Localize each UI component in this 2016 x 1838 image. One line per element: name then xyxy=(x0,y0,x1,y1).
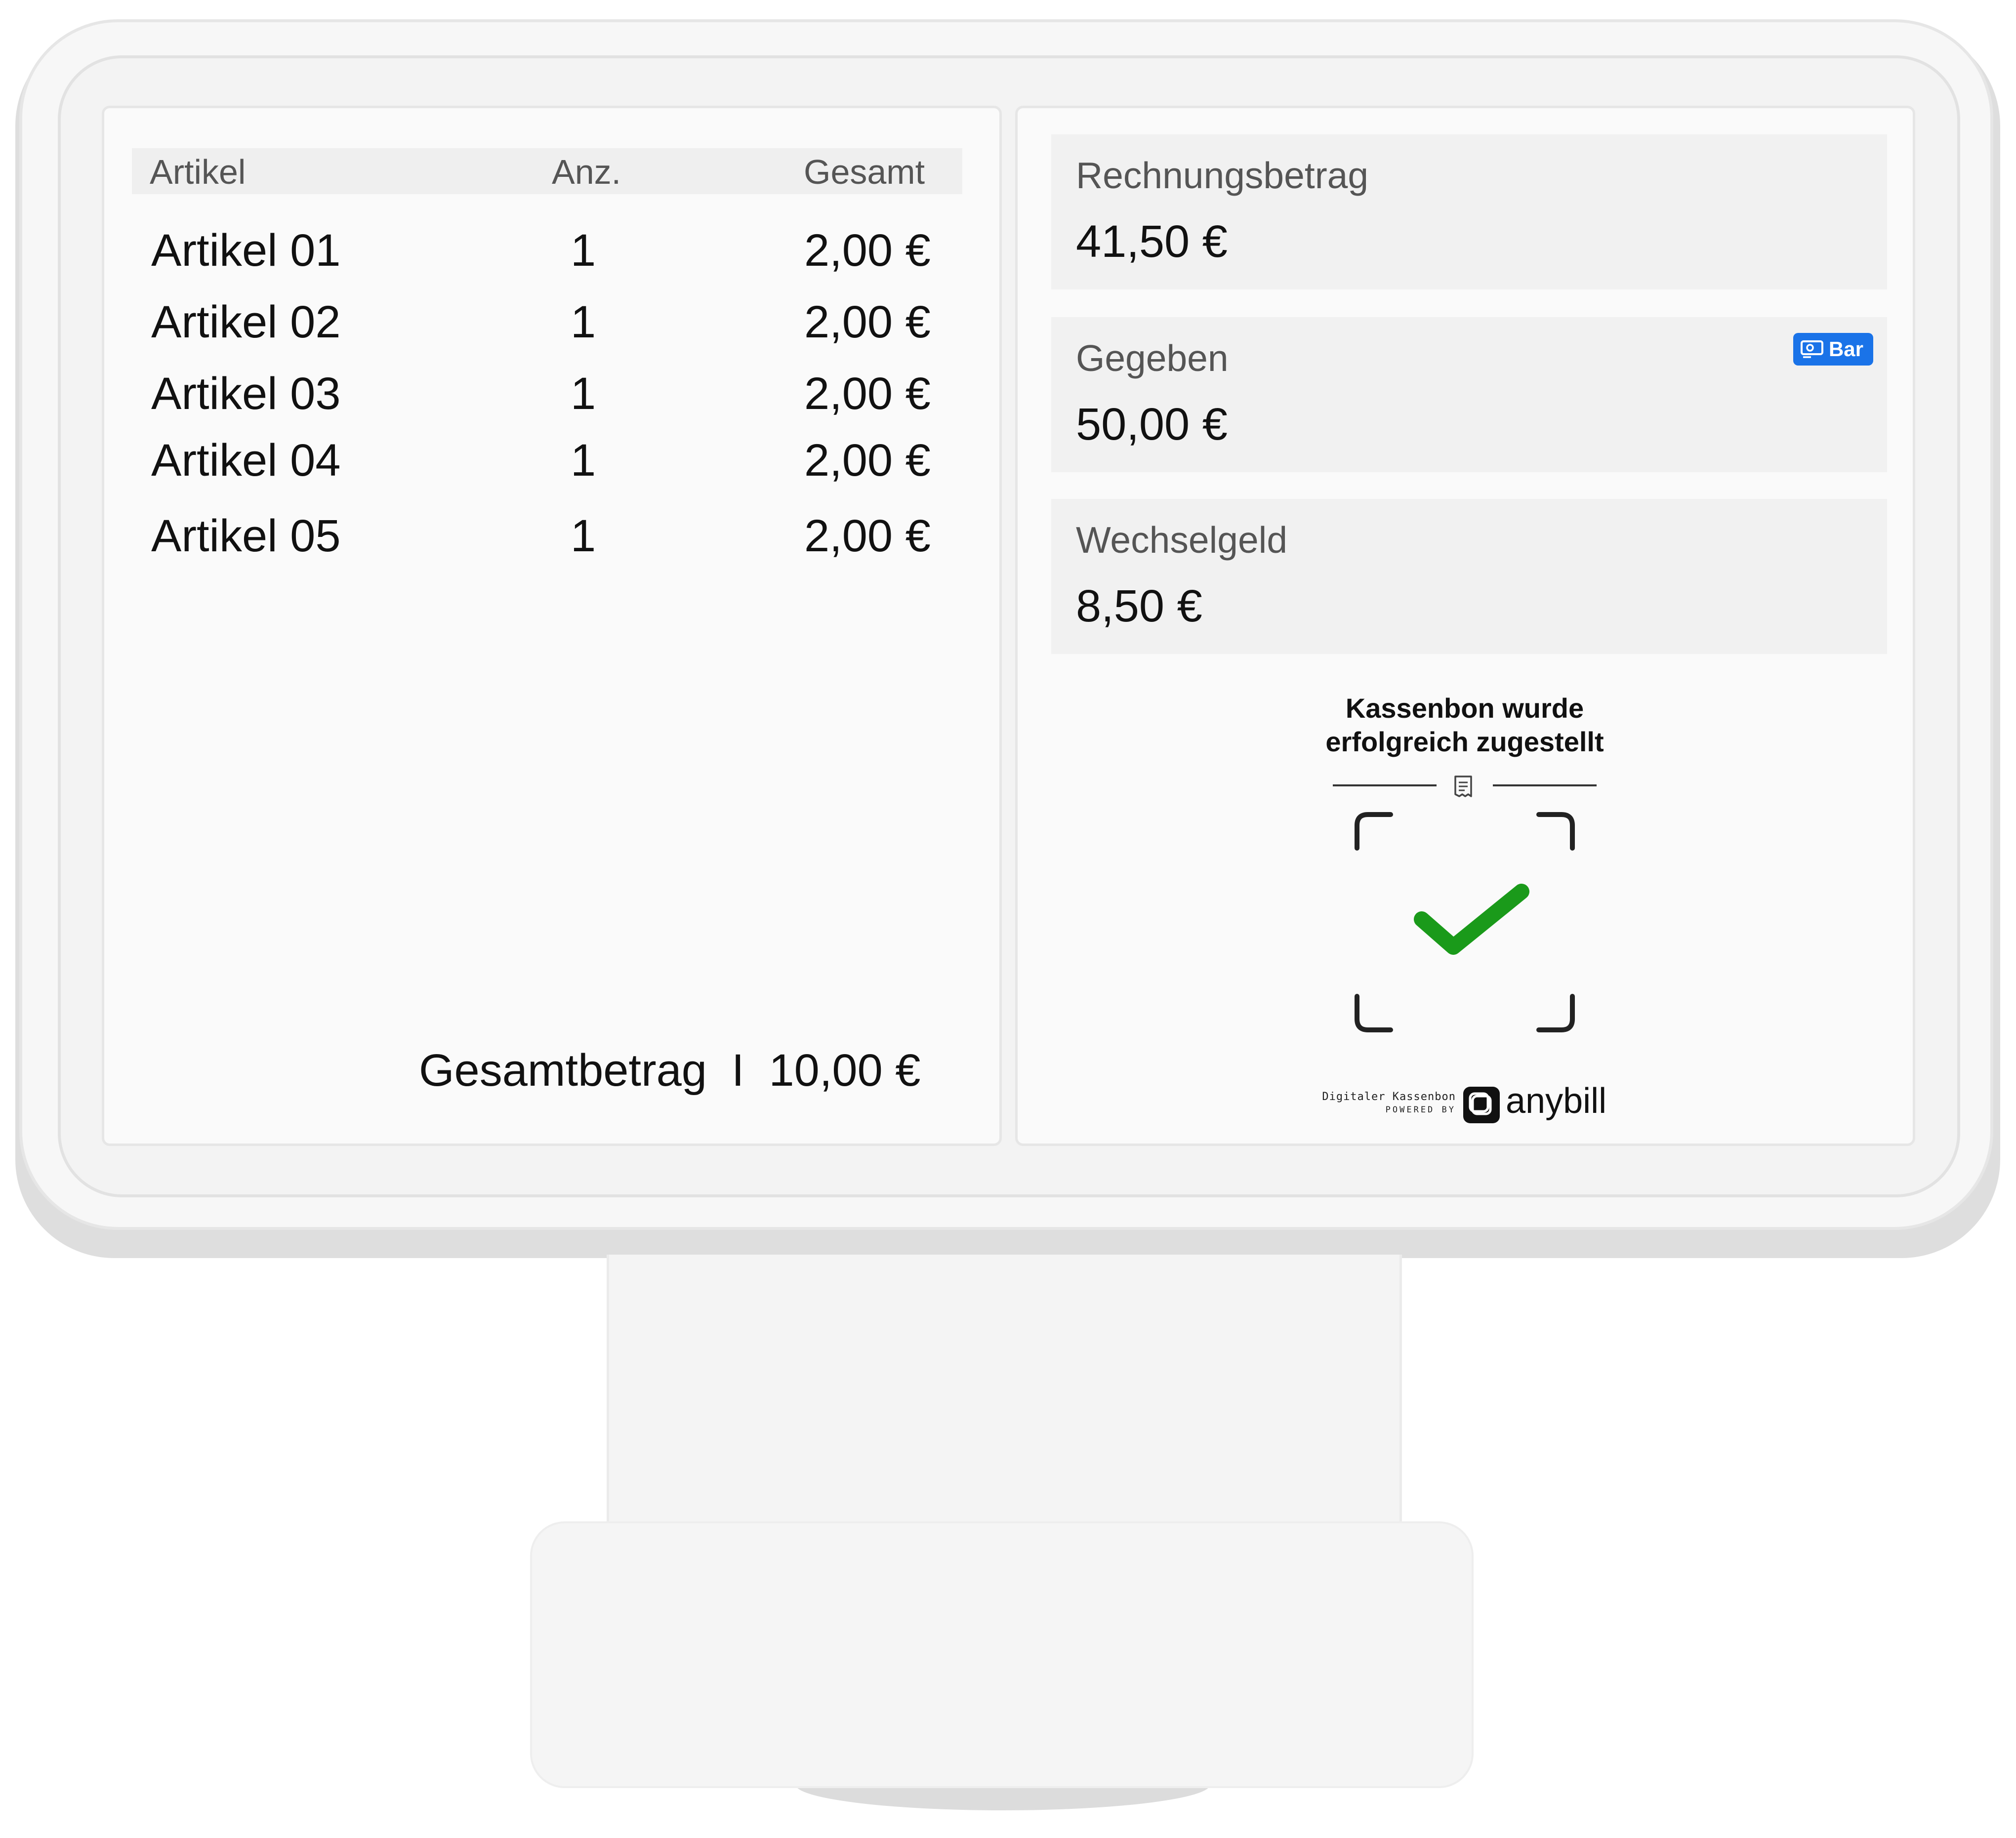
invoice-amount-card: Rechnungsbetrag 41,50 € xyxy=(1051,134,1887,289)
payment-method-badge: Bar xyxy=(1793,333,1873,366)
change-label: Wechselgeld xyxy=(1076,519,1288,561)
given-amount-card: Gegeben 50,00 € Bar xyxy=(1051,317,1887,472)
item-total: 2,00 € xyxy=(804,511,931,561)
item-qty: 1 xyxy=(571,297,596,347)
item-total: 2,00 € xyxy=(804,225,931,276)
anybill-logo-icon xyxy=(1463,1087,1500,1123)
cash-icon xyxy=(1800,340,1823,358)
item-qty: 1 xyxy=(571,435,596,486)
anybill-brand: anybill xyxy=(1506,1081,1607,1121)
scan-frame xyxy=(1355,812,1575,1032)
receipt-icon xyxy=(1454,776,1472,797)
stand-base xyxy=(530,1521,1474,1788)
total-separator: I xyxy=(731,1045,744,1096)
delivery-status-text: Kassenbon wurde erfolgreich zugestellt xyxy=(1245,692,1685,759)
invoice-value: 41,50 € xyxy=(1076,216,1228,267)
item-name: Artikel 01 xyxy=(151,225,341,276)
given-value: 50,00 € xyxy=(1076,399,1228,449)
item-name: Artikel 03 xyxy=(151,368,341,419)
item-name: Artikel 04 xyxy=(151,435,341,486)
header-qty: Anz. xyxy=(552,153,621,191)
total-amount-row: Gesamtbetrag I 10,00 € xyxy=(419,1045,920,1097)
item-qty: 1 xyxy=(571,368,596,419)
footer-digital-receipt: Digitaler Kassenbon xyxy=(1322,1091,1456,1103)
status-line-1: Kassenbon wurde xyxy=(1345,693,1584,724)
item-name: Artikel 05 xyxy=(151,511,341,561)
checkmark-icon xyxy=(1414,884,1529,955)
item-qty: 1 xyxy=(571,511,596,561)
item-qty: 1 xyxy=(571,225,596,276)
item-table-header: Artikel Anz. Gesamt xyxy=(132,148,962,194)
header-total: Gesamt xyxy=(804,153,925,191)
payment-method-label: Bar xyxy=(1828,337,1863,361)
divider-left xyxy=(1333,784,1437,786)
item-name: Artikel 02 xyxy=(151,297,341,347)
item-total: 2,00 € xyxy=(804,435,931,486)
item-total: 2,00 € xyxy=(804,297,931,347)
change-value: 8,50 € xyxy=(1076,581,1202,631)
divider-right xyxy=(1493,784,1597,786)
total-value: 10,00 € xyxy=(769,1045,921,1096)
given-label: Gegeben xyxy=(1076,337,1229,379)
invoice-label: Rechnungsbetrag xyxy=(1076,155,1369,196)
footer-powered-by: POWERED BY xyxy=(1385,1105,1456,1115)
item-total: 2,00 € xyxy=(804,368,931,419)
total-label: Gesamtbetrag xyxy=(419,1045,707,1096)
stand-neck xyxy=(607,1255,1402,1531)
status-line-2: erfolgreich zugestellt xyxy=(1325,726,1604,757)
change-amount-card: Wechselgeld 8,50 € xyxy=(1051,499,1887,654)
header-item: Artikel xyxy=(150,153,246,191)
